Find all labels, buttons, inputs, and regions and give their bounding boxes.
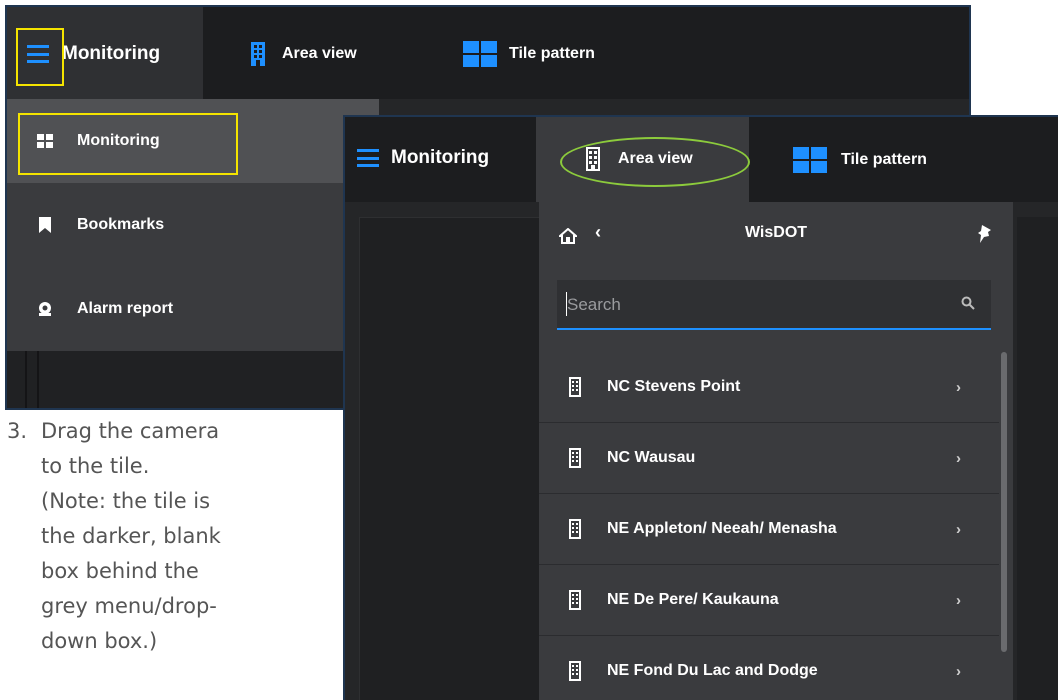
step-number: 3.: [7, 419, 28, 443]
pin-icon[interactable]: [977, 224, 993, 244]
scrollbar[interactable]: [1001, 352, 1007, 652]
screenshot-area-view: Monitoring Area view Tile pattern ‹ WisD…: [343, 115, 1058, 700]
hamburger-menu-icon[interactable]: [357, 149, 379, 167]
page-title: Monitoring: [62, 43, 161, 64]
building-icon: [567, 448, 583, 468]
search-input[interactable]: [565, 280, 949, 330]
instruction-line: down box.): [41, 629, 158, 653]
search-box[interactable]: [557, 280, 991, 330]
highlight-hamburger-box: [16, 28, 64, 86]
tab-tile-pattern-label: Tile pattern: [509, 45, 595, 62]
text-cursor: [566, 292, 567, 316]
area-view-dropdown: ‹ WisDOT NC Stevens Point › NC Wausau: [539, 202, 1013, 700]
bookmark-icon: [37, 217, 53, 233]
menu-item-alarm-report[interactable]: Alarm report: [7, 267, 379, 351]
chevron-right-icon[interactable]: ›: [956, 450, 961, 467]
list-item-label: NE Fond Du Lac and Dodge: [607, 662, 818, 679]
top-bar: Monitoring Area view Tile pattern: [7, 7, 969, 99]
area-list: NC Stevens Point › NC Wausau › NE Applet…: [539, 352, 999, 700]
building-icon: [251, 42, 265, 66]
list-item[interactable]: NE Fond Du Lac and Dodge ›: [539, 636, 999, 700]
instruction-line: box behind the: [41, 559, 199, 583]
list-item-label: NC Wausau: [607, 449, 696, 466]
tab-tile-pattern-label: Tile pattern: [841, 151, 927, 168]
list-item-label: NE De Pere/ Kaukauna: [607, 591, 779, 608]
menu-item-label: Bookmarks: [77, 216, 165, 233]
instruction-line: Drag the camera: [41, 419, 220, 443]
instruction-text: 3. Drag the camera to the tile. (Note: th…: [7, 414, 337, 659]
building-icon: [567, 377, 583, 397]
list-item-label: NC Stevens Point: [607, 378, 741, 395]
list-item-label: NE Appleton/ Neeah/ Menasha: [607, 520, 837, 537]
chevron-right-icon[interactable]: ›: [956, 592, 961, 609]
building-icon: [567, 519, 583, 539]
tile[interactable]: [1017, 217, 1058, 700]
tile-grid-icon: [463, 41, 497, 67]
building-icon: [567, 590, 583, 610]
search-icon[interactable]: [961, 296, 975, 310]
chevron-right-icon[interactable]: ›: [956, 521, 961, 538]
instruction-line: to the tile.: [41, 454, 150, 478]
tab-monitoring[interactable]: Monitoring: [357, 147, 489, 169]
building-icon: [567, 661, 583, 681]
instruction-line: (Note: the tile is: [41, 489, 211, 513]
tab-tile-pattern[interactable]: Tile pattern: [793, 147, 927, 173]
list-item[interactable]: NE Appleton/ Neeah/ Menasha ›: [539, 494, 999, 565]
dropdown-header: ‹ WisDOT: [539, 202, 1013, 264]
tab-tile-pattern[interactable]: Tile pattern: [463, 41, 595, 67]
tab-area-view[interactable]: Area view: [250, 41, 357, 67]
menu-item-label: Alarm report: [77, 300, 174, 317]
tile[interactable]: [359, 217, 541, 700]
list-item[interactable]: NE De Pere/ Kaukauna ›: [539, 565, 999, 636]
highlight-area-view-oval: [560, 137, 750, 187]
list-item[interactable]: NC Stevens Point ›: [539, 352, 999, 423]
tile-grid-icon: [793, 147, 827, 173]
chevron-right-icon[interactable]: ›: [956, 663, 961, 680]
chevron-right-icon[interactable]: ›: [956, 379, 961, 396]
alarm-icon: [37, 301, 53, 317]
tab-area-view-label: Area view: [282, 45, 357, 62]
list-item[interactable]: NC Wausau ›: [539, 423, 999, 494]
instruction-line: the darker, blank: [41, 524, 221, 548]
highlight-monitoring-item-box: [18, 113, 238, 175]
page-title: Monitoring: [391, 147, 490, 168]
menu-item-bookmarks[interactable]: Bookmarks: [7, 183, 379, 267]
instruction-line: grey menu/drop-: [41, 594, 217, 618]
dropdown-title: WisDOT: [744, 224, 808, 241]
